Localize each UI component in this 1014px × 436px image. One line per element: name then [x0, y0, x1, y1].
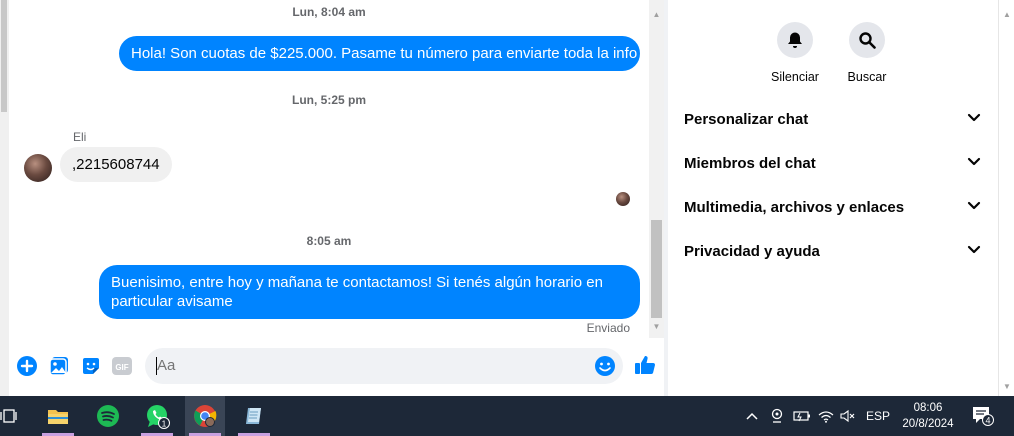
section-label: Privacidad y ayuda: [684, 242, 820, 260]
mute-label: Silenciar: [771, 70, 819, 84]
system-clock[interactable]: 08:06 20/8/2024: [895, 400, 961, 432]
scroll-up-arrow[interactable]: ▲: [649, 8, 664, 22]
file-explorer-icon[interactable]: [38, 396, 78, 436]
spotify-icon[interactable]: [88, 396, 128, 436]
outgoing-message[interactable]: Buenisimo, entre hoy y mañana te contact…: [99, 265, 640, 319]
battery-icon[interactable]: [792, 396, 812, 436]
app-window: Lun, 8:04 am Hola! Son cuotas de $225.00…: [0, 0, 1014, 436]
section-label: Personalizar chat: [684, 110, 809, 128]
emoji-icon[interactable]: [594, 355, 616, 377]
left-scroll-thumb[interactable]: [1, 0, 7, 112]
chevron-up-icon[interactable]: [744, 396, 760, 436]
scroll-down-arrow[interactable]: ▼: [649, 320, 664, 334]
incoming-message[interactable]: ,2215608744: [60, 147, 172, 182]
outgoing-message[interactable]: Hola! Son cuotas de $225.000. Pasame tu …: [119, 36, 640, 71]
whatsapp-badge: 1: [162, 418, 167, 428]
taskbar: 1 ESP 08:06 20/8/2024 4: [0, 396, 1014, 436]
language-indicator[interactable]: ESP: [862, 396, 894, 436]
chevron-down-icon: [966, 197, 982, 217]
page-scroll-up-arrow[interactable]: ▲: [999, 8, 1014, 22]
page-scrollbar[interactable]: ▲ ▼: [998, 0, 1014, 396]
section-privacy-help[interactable]: Privacidad y ayuda: [684, 236, 982, 266]
webcam-icon[interactable]: [768, 396, 786, 436]
chrome-icon[interactable]: [185, 396, 225, 436]
search-label: Buscar: [847, 70, 887, 84]
page-scroll-down-arrow[interactable]: ▼: [999, 380, 1014, 394]
clock-time: 08:06: [913, 402, 943, 414]
composer: GIF: [9, 338, 664, 396]
thumbs-up-icon[interactable]: [633, 353, 655, 375]
timestamp: Lun, 5:25 pm: [291, 93, 366, 107]
message-status: Enviado: [586, 321, 630, 335]
chevron-down-icon: [966, 109, 982, 129]
sender-name: Eli: [73, 130, 87, 144]
chat-scrollbar[interactable]: ▲ ▼: [649, 0, 664, 338]
section-media-files-links[interactable]: Multimedia, archivos y enlaces: [684, 192, 982, 222]
gif-icon[interactable]: GIF: [111, 355, 133, 377]
avatar[interactable]: [24, 154, 52, 182]
speaker-muted-icon[interactable]: [839, 396, 857, 436]
notification-center-icon[interactable]: 4: [968, 396, 998, 436]
gif-label: GIF: [115, 363, 128, 372]
section-chat-members[interactable]: Miembros del chat: [684, 148, 982, 178]
read-receipt-avatar: [616, 192, 630, 206]
left-scroll-strip[interactable]: [0, 0, 9, 396]
notification-badge: 4: [985, 416, 990, 426]
plus-circle-icon[interactable]: [16, 355, 38, 377]
message-input[interactable]: [145, 348, 623, 384]
section-customize-chat[interactable]: Personalizar chat: [684, 104, 982, 134]
timestamp: Lun, 8:04 am: [292, 5, 366, 19]
search-action[interactable]: Buscar: [831, 22, 903, 84]
sticker-icon[interactable]: [80, 355, 102, 377]
search-icon[interactable]: [849, 22, 885, 58]
message-list: Lun, 8:04 am Hola! Son cuotas de $225.00…: [9, 0, 649, 338]
task-view-icon[interactable]: [0, 396, 28, 436]
timestamp: 8:05 am: [306, 234, 352, 248]
section-label: Multimedia, archivos y enlaces: [684, 198, 905, 216]
whatsapp-icon[interactable]: 1: [137, 396, 177, 436]
wifi-icon[interactable]: [817, 396, 835, 436]
mute-action[interactable]: Silenciar: [759, 22, 831, 84]
chevron-down-icon: [966, 241, 982, 261]
clock-date: 20/8/2024: [902, 418, 954, 430]
chat-scroll-thumb[interactable]: [651, 220, 662, 318]
chevron-down-icon: [966, 153, 982, 173]
text-caret: [156, 357, 157, 375]
bell-icon[interactable]: [777, 22, 813, 58]
image-icon[interactable]: [48, 355, 70, 377]
chat-info-panel: Silenciar Buscar Personalizar chat Miemb…: [668, 0, 998, 396]
section-label: Miembros del chat: [684, 154, 816, 172]
notepad-icon[interactable]: [234, 396, 274, 436]
